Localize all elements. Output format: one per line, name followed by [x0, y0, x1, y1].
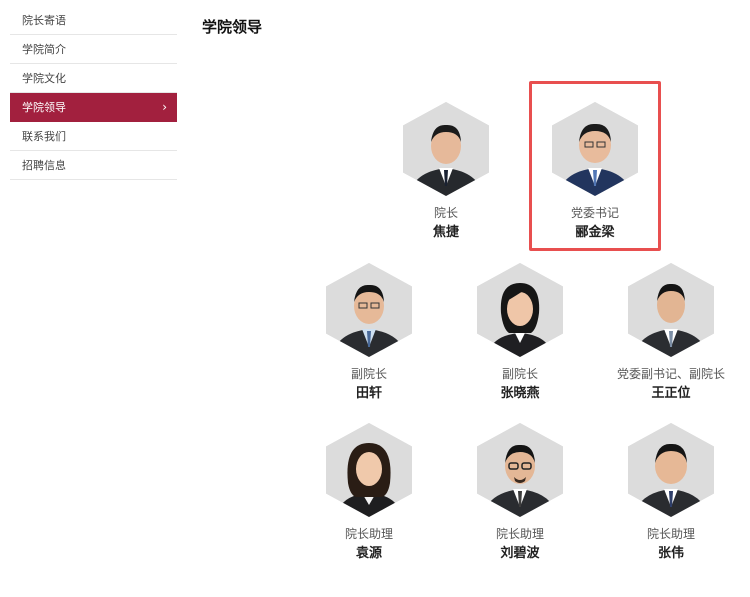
leader-name: 郦金梁: [575, 225, 615, 240]
leader-card-vice-dean-2[interactable]: 副院长 张晓燕: [455, 263, 585, 401]
leader-name: 焦捷: [432, 225, 459, 240]
leader-role: 院长助理: [495, 527, 544, 541]
leader-role: 院长: [433, 206, 458, 220]
leader-name: 田轩: [355, 386, 382, 401]
leader-card-vice-dean-1[interactable]: 副院长 田轩: [304, 263, 434, 401]
sidebar-item-jobs[interactable]: 招聘信息: [10, 151, 177, 180]
leader-card-assistant-dean-1[interactable]: 院长助理 袁源: [304, 423, 434, 561]
sidebar-item-leadership[interactable]: 学院领导 ›: [10, 93, 177, 122]
sidebar-item-culture[interactable]: 学院文化: [10, 64, 177, 93]
leader-portrait: [477, 263, 563, 357]
leader-name: 刘碧波: [500, 546, 540, 561]
leader-name: 王正位: [651, 386, 691, 401]
leader-role: 党委副书记、副院长: [616, 367, 725, 381]
sidebar-item-contact[interactable]: 联系我们: [10, 122, 177, 151]
leader-card-assistant-dean-2[interactable]: 院长助理 刘碧波: [455, 423, 585, 561]
leader-role: 副院长: [501, 367, 538, 381]
leader-card-deputy-secretary[interactable]: 党委副书记、副院长 王正位: [606, 263, 736, 401]
leader-role: 院长助理: [344, 527, 393, 541]
leader-portrait: [552, 102, 638, 196]
sidebar-item-intro[interactable]: 学院简介: [10, 35, 177, 64]
page-title: 学院领导: [202, 19, 263, 36]
sidebar-nav: 院长寄语 学院简介 学院文化 学院领导 › 联系我们 招聘信息: [10, 6, 177, 180]
leader-portrait: [326, 423, 412, 517]
leader-role: 副院长: [350, 367, 387, 381]
chevron-right-icon: ›: [162, 100, 167, 114]
leader-card-party-secretary[interactable]: 党委书记 郦金梁: [530, 102, 660, 240]
leader-name: 张伟: [657, 546, 684, 561]
leader-card-dean[interactable]: 院长 焦捷: [381, 102, 511, 240]
leader-portrait: [326, 263, 412, 357]
sidebar-item-label: 学院领导: [22, 101, 66, 114]
leader-portrait: [477, 423, 563, 517]
leader-name: 袁源: [355, 546, 382, 561]
leader-role: 党委书记: [570, 206, 619, 220]
leader-role: 院长助理: [646, 527, 695, 541]
leader-portrait: [403, 102, 489, 196]
leader-portrait: [628, 423, 714, 517]
leader-portrait: [628, 263, 714, 357]
leader-card-assistant-dean-3[interactable]: 院长助理 张伟: [606, 423, 736, 561]
sidebar-item-message[interactable]: 院长寄语: [10, 6, 177, 35]
leader-name: 张晓燕: [500, 386, 540, 401]
